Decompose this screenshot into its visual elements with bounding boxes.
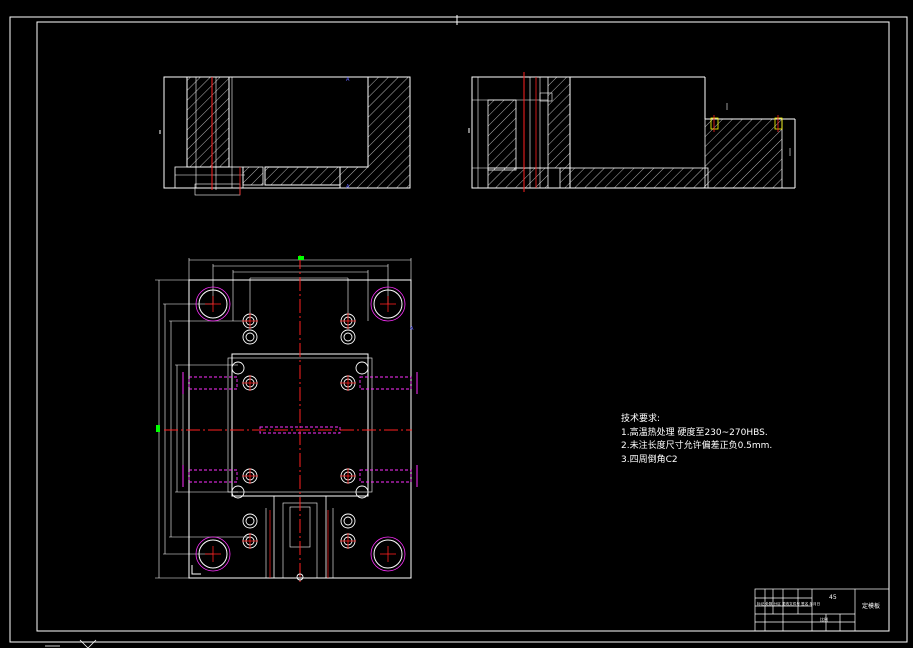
technical-notes-title: 技术要求: bbox=[621, 414, 661, 424]
title-block-scale-label: 比例 bbox=[820, 616, 828, 622]
section-view-left: A A bbox=[159, 76, 411, 196]
title-block-change-row: 标记 处数 分区 更改文件号 签名 年月日 bbox=[757, 601, 820, 606]
title-block bbox=[754, 588, 890, 632]
technical-note-3: 3.四周倒角C2 bbox=[621, 454, 678, 465]
plan-view: A bbox=[155, 255, 418, 582]
svg-text:A: A bbox=[346, 77, 350, 83]
technical-note-1: 1.高温热处理 硬度至230~270HBS. bbox=[621, 427, 768, 438]
technical-notes: 技术要求: 1.高温热处理 硬度至230~270HBS. 2.未注长度尺寸允许偏… bbox=[621, 413, 772, 467]
title-block-material: 45 bbox=[829, 594, 837, 601]
cad-drawing-canvas: A A A 45 定模板 比例 标记 处数 分区 更改文件号 签名 年月日 bbox=[9, 15, 908, 648]
svg-text:A: A bbox=[410, 326, 414, 332]
svg-text:A: A bbox=[346, 184, 350, 190]
technical-note-2: 2.未注长度尺寸允许偏差正负0.5mm. bbox=[621, 441, 773, 451]
section-view-right bbox=[468, 72, 796, 192]
title-block-name: 定模板 bbox=[862, 602, 880, 610]
outer-frame bbox=[9, 16, 908, 643]
